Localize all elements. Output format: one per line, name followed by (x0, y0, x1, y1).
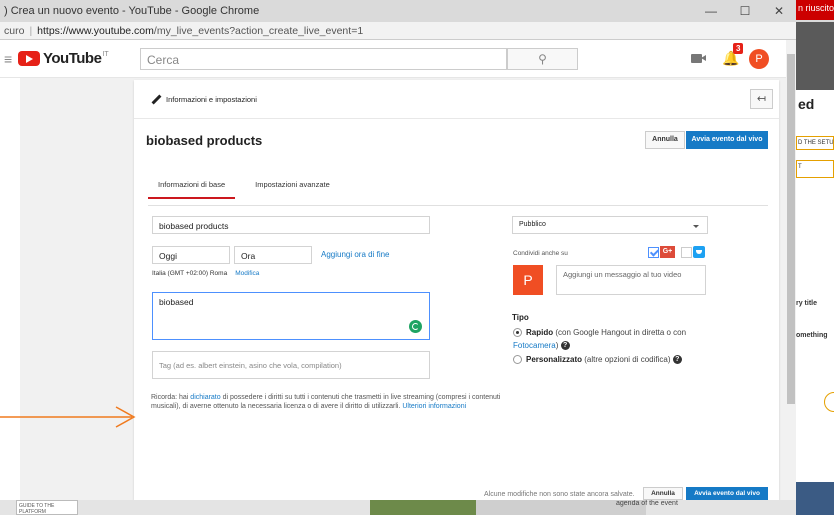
tab-bar: Informazioni di base Impostazioni avanza… (148, 180, 340, 199)
background-image (370, 500, 476, 515)
tab-basic-info[interactable]: Informazioni di base (148, 180, 236, 199)
address-separator: | (29, 24, 33, 37)
gplus-checkbox[interactable] (648, 247, 659, 258)
menu-icon[interactable]: ≡ (4, 51, 12, 67)
date-field[interactable]: Oggi (152, 246, 230, 264)
rapid-label: Rapido (con Google Hangout in diretta o … (526, 327, 686, 338)
share-label: Condividi anche su (513, 250, 568, 257)
google-plus-icon: G+ (660, 246, 675, 258)
custom-bold: Personalizzato (526, 355, 583, 364)
custom-text: (altre opzioni di codifica) (582, 355, 671, 364)
custom-radio[interactable] (513, 355, 522, 364)
rapid-text: (con Google Hangout in diretta o con (553, 328, 687, 337)
background-setup: D THE SETUP (796, 136, 834, 150)
twitter-icon (693, 246, 705, 258)
rapid-radio[interactable] (513, 328, 522, 337)
close-window-button[interactable]: ✕ (762, 4, 796, 18)
background-dark-area (796, 22, 834, 90)
tags-field[interactable]: Tag (ad es. albert einstein, asino che v… (152, 351, 430, 379)
url-path: /my_live_events?action_create_live_event… (153, 24, 364, 37)
video-camera-icon[interactable] (691, 54, 706, 63)
background-agenda: agenda of the event (616, 500, 678, 507)
address-bar[interactable]: curo | https://www.youtube.com /my_live_… (0, 22, 796, 40)
event-title: biobased products (146, 133, 263, 148)
custom-label: Personalizzato (altre opzioni di codific… (526, 354, 682, 365)
background-block (796, 482, 834, 515)
notice-text-pre: Ricorda: hai (151, 394, 191, 401)
background-strip: GUIDE TO THE PLATFORM agenda of the even… (0, 500, 796, 515)
back-arrow-icon: ↤ (756, 93, 767, 105)
go-live-button[interactable]: Avvia evento dal vivo (686, 131, 768, 149)
background-thumbnail: GUIDE TO THE PLATFORM (16, 500, 78, 515)
country-code: IT (102, 51, 109, 58)
background-something: omething (796, 332, 828, 339)
browser-titlebar: ) Crea un nuovo evento - YouTube - Googl… (0, 0, 834, 22)
search-button[interactable]: ⚲ (507, 48, 578, 70)
unsaved-note: Alcune modifiche non sono state ancora s… (484, 491, 635, 498)
modify-timezone-link[interactable]: Modifica (235, 270, 259, 277)
play-icon (18, 51, 40, 66)
help-icon[interactable]: ? (560, 341, 570, 351)
notification-count: 3 (733, 43, 744, 54)
add-end-time-link[interactable]: Aggiungi ora di fine (321, 250, 390, 259)
scrollbar[interactable] (786, 40, 796, 500)
cancel-button[interactable]: Annulla (645, 131, 685, 149)
title-field[interactable]: biobased products (152, 216, 430, 234)
more-info-link[interactable]: Ulteriori informazioni (402, 403, 466, 410)
tab-advanced-settings[interactable]: Impostazioni avanzate (245, 180, 340, 199)
save-bar: Alcune modifiche non sono state ancora s… (134, 486, 779, 500)
timezone-text: Italia (GMT +02:00) Roma (152, 270, 228, 277)
rights-notice: Ricorda: hai dichiarato di possedere i d… (151, 393, 511, 411)
youtube-header: ≡ YouTube IT Cerca ⚲ 🔔 3 P (0, 40, 796, 78)
background-heading: ed (796, 90, 834, 130)
divider (134, 118, 779, 119)
camera-link[interactable]: Fotocamera (513, 341, 556, 350)
footer-go-live-button[interactable]: Avvia evento dal vivo (686, 487, 768, 500)
background-title: ry title (796, 300, 818, 307)
logo-text: YouTube (43, 50, 102, 67)
rapid-label-2: Fotocamera) ? (513, 340, 570, 351)
search-icon: ⚲ (538, 52, 547, 66)
section-label: Informazioni e impostazioni (166, 95, 257, 104)
rapid-close: ) (555, 341, 559, 350)
account-avatar[interactable]: P (749, 49, 769, 69)
time-field[interactable]: Ora (234, 246, 312, 264)
description-field[interactable]: biobased (152, 292, 430, 340)
pencil-icon (150, 94, 161, 105)
type-label: Tipo (512, 313, 529, 322)
minimize-button[interactable]: — (694, 4, 728, 18)
youtube-logo[interactable]: YouTube IT (18, 50, 109, 67)
grammarly-icon[interactable] (409, 320, 422, 333)
declared-link[interactable]: dichiarato (190, 394, 220, 401)
help-icon[interactable]: ? (672, 355, 682, 365)
tab-underline (148, 205, 768, 206)
maximize-button[interactable]: ☐ (728, 4, 762, 18)
share-message-field[interactable]: Aggiungi un messaggio al tuo video (556, 265, 706, 295)
url-host: https://www.youtube.com (37, 24, 154, 37)
background-t: T (796, 160, 834, 178)
section-header: Informazioni e impostazioni (150, 94, 257, 105)
back-button[interactable]: ↤ (750, 89, 773, 109)
timezone-row: Italia (GMT +02:00) Roma Modifica (152, 270, 259, 277)
background-tab-label[interactable]: n riuscito (796, 0, 834, 20)
background-circle (824, 392, 834, 412)
search-input[interactable]: Cerca (140, 48, 507, 70)
annotation-arrow (0, 406, 136, 428)
privacy-value: Pubblico (519, 221, 546, 228)
privacy-select[interactable]: Pubblico (512, 216, 708, 234)
security-label: curo (4, 24, 25, 37)
window-title: ) Crea un nuovo evento - YouTube - Googl… (4, 5, 260, 17)
footer-cancel-button[interactable]: Annulla (643, 487, 683, 500)
share-avatar: P (513, 265, 543, 295)
background-window: ed D THE SETUP T ry title omething (796, 22, 834, 515)
scrollbar-thumb[interactable] (787, 54, 795, 404)
rapid-bold: Rapido (526, 328, 554, 337)
twitter-checkbox[interactable] (681, 247, 692, 258)
chevron-down-icon (693, 225, 699, 228)
